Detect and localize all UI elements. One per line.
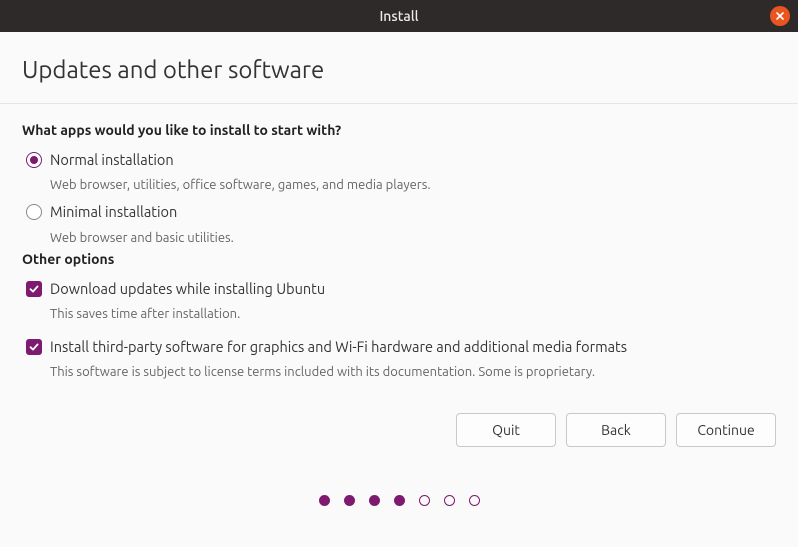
window-title: Install — [0, 8, 798, 24]
minimal-install-label: Minimal installation — [50, 202, 177, 222]
check-icon — [28, 341, 40, 353]
radio-normal-install[interactable] — [26, 152, 42, 168]
progress-dot — [319, 495, 330, 506]
third-party-desc: This software is subject to license term… — [22, 359, 776, 383]
third-party-option[interactable]: Install third-party software for graphic… — [22, 333, 776, 359]
normal-install-option[interactable]: Normal installation — [22, 146, 776, 172]
third-party-label: Install third-party software for graphic… — [50, 337, 627, 357]
header: Updates and other software — [0, 32, 798, 104]
progress-dot — [444, 495, 455, 506]
content-area: Updates and other software What apps wou… — [0, 32, 798, 526]
minimal-install-desc: Web browser and basic utilities. — [22, 225, 776, 251]
titlebar: Install — [0, 0, 798, 32]
check-icon — [28, 283, 40, 295]
progress-dot — [469, 495, 480, 506]
back-button[interactable]: Back — [566, 413, 666, 447]
progress-indicator — [0, 447, 798, 526]
progress-dot — [419, 495, 430, 506]
minimal-install-option[interactable]: Minimal installation — [22, 198, 776, 224]
progress-dot — [369, 495, 380, 506]
close-icon — [775, 11, 785, 21]
progress-dot — [394, 495, 405, 506]
footer-buttons: Quit Back Continue — [0, 393, 798, 447]
page-title: Updates and other software — [22, 56, 776, 83]
download-updates-label: Download updates while installing Ubuntu — [50, 279, 325, 299]
download-updates-desc: This saves time after installation. — [22, 301, 776, 325]
progress-dot — [344, 495, 355, 506]
radio-selected-icon — [30, 156, 38, 164]
normal-install-desc: Web browser, utilities, office software,… — [22, 172, 776, 198]
checkbox-download-updates[interactable] — [26, 281, 42, 297]
continue-button[interactable]: Continue — [676, 413, 776, 447]
close-button[interactable] — [770, 6, 790, 26]
apps-section-label: What apps would you like to install to s… — [22, 122, 776, 138]
normal-install-label: Normal installation — [50, 150, 174, 170]
radio-minimal-install[interactable] — [26, 204, 42, 220]
quit-button[interactable]: Quit — [456, 413, 556, 447]
checkbox-third-party[interactable] — [26, 339, 42, 355]
options: What apps would you like to install to s… — [0, 104, 798, 393]
download-updates-option[interactable]: Download updates while installing Ubuntu — [22, 275, 776, 301]
other-section-label: Other options — [22, 251, 776, 267]
